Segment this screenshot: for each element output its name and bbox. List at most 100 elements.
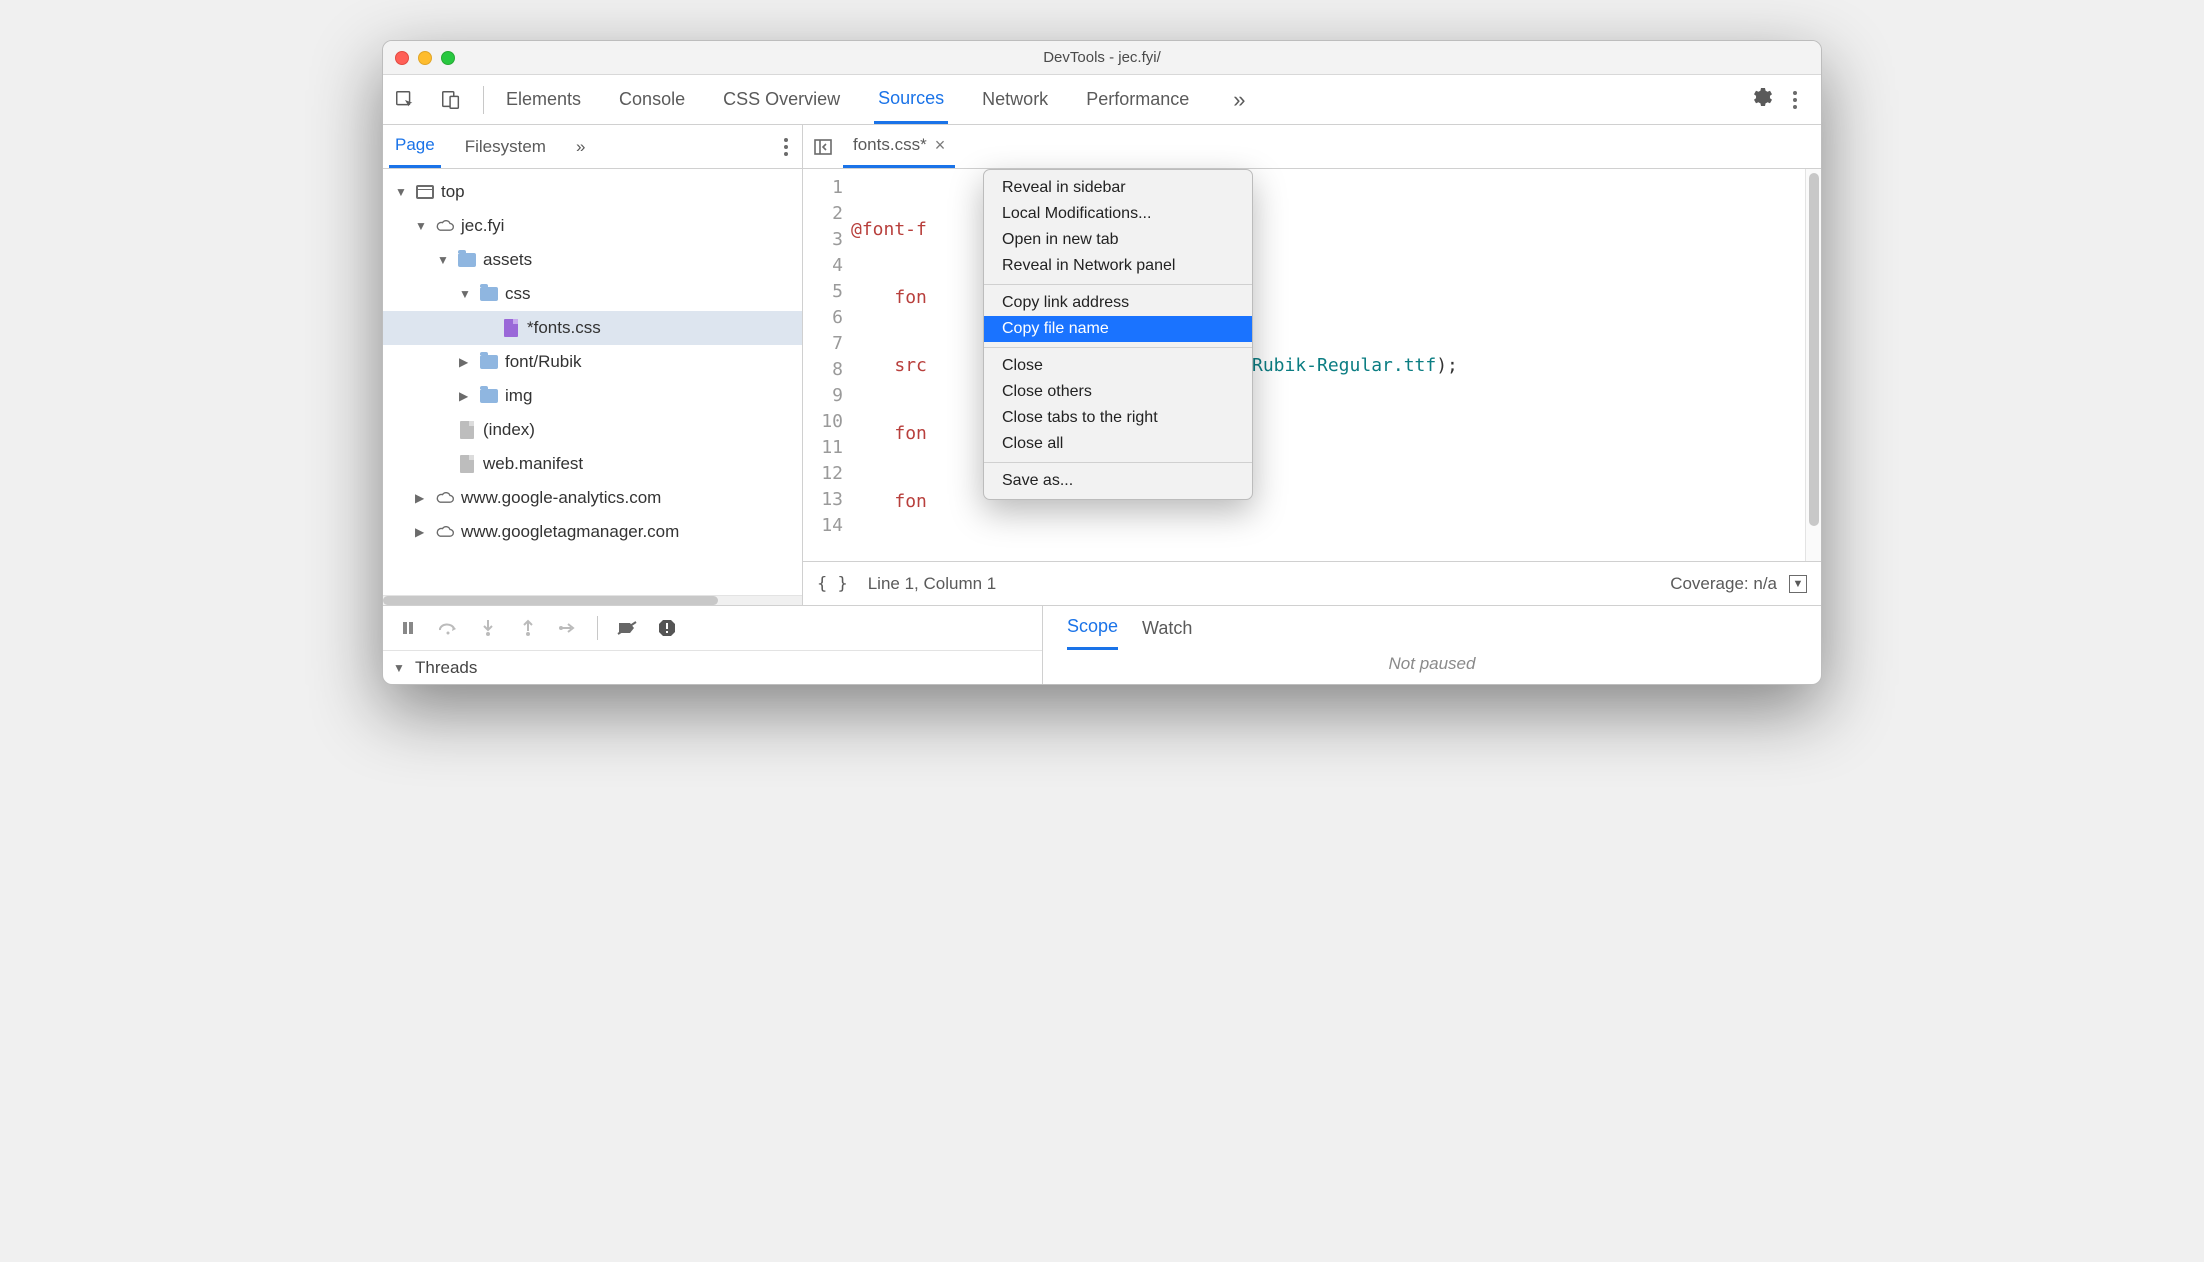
cm-close-all[interactable]: Close all bbox=[984, 431, 1252, 457]
tab-performance[interactable]: Performance bbox=[1082, 75, 1193, 124]
kebab-menu-icon[interactable] bbox=[1785, 91, 1805, 109]
editor-status-bar: { } Line 1, Column 1 Coverage: n/a ▼ bbox=[803, 561, 1821, 605]
sidebar-scrollbar[interactable] bbox=[383, 595, 802, 605]
tree-domain-ga[interactable]: ▶ www.google-analytics.com bbox=[383, 481, 802, 515]
separator bbox=[597, 616, 598, 640]
cm-close[interactable]: Close bbox=[984, 353, 1252, 379]
cm-local-modifications[interactable]: Local Modifications... bbox=[984, 201, 1252, 227]
tab-elements[interactable]: Elements bbox=[502, 75, 585, 124]
step-out-icon[interactable] bbox=[517, 617, 539, 639]
tree-folder-assets[interactable]: ▼ assets bbox=[383, 243, 802, 277]
editor-panel: fonts.css* × 123 456 789 101112 1314 @fo… bbox=[803, 125, 1821, 605]
editor-scrollbar[interactable] bbox=[1805, 169, 1821, 561]
editor-tabs: fonts.css* × bbox=[803, 125, 1821, 169]
pause-icon[interactable] bbox=[397, 617, 419, 639]
cm-open-new-tab[interactable]: Open in new tab bbox=[984, 227, 1252, 253]
close-tab-icon[interactable]: × bbox=[935, 135, 946, 156]
editor-tab-fonts[interactable]: fonts.css* × bbox=[843, 125, 955, 168]
threads-label: Threads bbox=[415, 658, 477, 678]
tree-label: assets bbox=[483, 250, 532, 270]
debugger-panel: ▼ Threads Scope Watch Not paused bbox=[383, 605, 1821, 684]
tree-top[interactable]: ▼ top bbox=[383, 175, 802, 209]
sidebar-tab-more[interactable]: » bbox=[570, 125, 591, 168]
cm-copy-file-name[interactable]: Copy file name bbox=[984, 316, 1252, 342]
tree-file-fonts[interactable]: *fonts.css bbox=[383, 311, 802, 345]
tab-scope[interactable]: Scope bbox=[1067, 606, 1118, 650]
threads-section[interactable]: ▼ Threads bbox=[383, 650, 1042, 684]
tree-label: top bbox=[441, 182, 465, 202]
more-tabs-icon[interactable]: » bbox=[1223, 87, 1255, 113]
chevron-down-icon: ▼ bbox=[395, 185, 409, 199]
editor-body: 123 456 789 101112 1314 @font-f fon src … bbox=[803, 169, 1821, 561]
tab-sources[interactable]: Sources bbox=[874, 75, 948, 124]
sidebar-tab-filesystem[interactable]: Filesystem bbox=[459, 125, 552, 168]
tab-watch[interactable]: Watch bbox=[1142, 606, 1192, 650]
sources-sidebar: Page Filesystem » ▼ top ▼ jec.fyi bbox=[383, 125, 803, 605]
toolbar-separator bbox=[483, 86, 484, 114]
dropdown-icon[interactable]: ▼ bbox=[1789, 575, 1807, 593]
chevron-right-icon: ▶ bbox=[459, 389, 473, 403]
cm-reveal-sidebar[interactable]: Reveal in sidebar bbox=[984, 175, 1252, 201]
tree-label: img bbox=[505, 386, 532, 406]
cloud-icon bbox=[435, 216, 455, 236]
folder-icon bbox=[479, 352, 499, 372]
device-toggle-icon[interactable] bbox=[429, 75, 473, 125]
context-menu: Reveal in sidebar Local Modifications...… bbox=[983, 169, 1253, 500]
cm-separator bbox=[984, 284, 1252, 285]
tree-label: font/Rubik bbox=[505, 352, 582, 372]
tree-label: css bbox=[505, 284, 531, 304]
file-icon bbox=[457, 420, 477, 440]
cm-reveal-network[interactable]: Reveal in Network panel bbox=[984, 253, 1252, 279]
main-toolbar: Elements Console CSS Overview Sources Ne… bbox=[383, 75, 1821, 125]
maximize-window-icon[interactable] bbox=[441, 51, 455, 65]
folder-icon bbox=[479, 284, 499, 304]
debugger-left: ▼ Threads bbox=[383, 606, 1043, 684]
sidebar-kebab-icon[interactable] bbox=[776, 138, 796, 156]
step-icon[interactable] bbox=[557, 617, 579, 639]
settings-icon[interactable] bbox=[1749, 85, 1773, 114]
step-into-icon[interactable] bbox=[477, 617, 499, 639]
tree-file-index[interactable]: (index) bbox=[383, 413, 802, 447]
step-over-icon[interactable] bbox=[437, 617, 459, 639]
tree-folder-img[interactable]: ▶ img bbox=[383, 379, 802, 413]
tree-label: www.google-analytics.com bbox=[461, 488, 661, 508]
close-window-icon[interactable] bbox=[395, 51, 409, 65]
deactivate-breakpoints-icon[interactable] bbox=[616, 617, 638, 639]
tree-domain-gtm[interactable]: ▶ www.googletagmanager.com bbox=[383, 515, 802, 549]
tree-file-manifest[interactable]: web.manifest bbox=[383, 447, 802, 481]
tree-label: *fonts.css bbox=[527, 318, 601, 338]
cm-separator bbox=[984, 462, 1252, 463]
pretty-print-icon[interactable]: { } bbox=[817, 574, 848, 594]
tree-label: (index) bbox=[483, 420, 535, 440]
cm-close-right[interactable]: Close tabs to the right bbox=[984, 405, 1252, 431]
inspect-icon[interactable] bbox=[383, 75, 427, 125]
chevron-down-icon: ▼ bbox=[393, 661, 407, 675]
traffic-lights bbox=[395, 51, 455, 65]
tree-domain[interactable]: ▼ jec.fyi bbox=[383, 209, 802, 243]
scope-watch-tabs: Scope Watch bbox=[1043, 606, 1821, 650]
editor-tab-label: fonts.css* bbox=[853, 135, 927, 155]
pause-exceptions-icon[interactable] bbox=[656, 617, 678, 639]
coverage-status: Coverage: n/a bbox=[1670, 574, 1777, 594]
chevron-right-icon: ▶ bbox=[459, 355, 473, 369]
cm-separator bbox=[984, 347, 1252, 348]
tab-network[interactable]: Network bbox=[978, 75, 1052, 124]
cm-close-others[interactable]: Close others bbox=[984, 379, 1252, 405]
cm-save-as[interactable]: Save as... bbox=[984, 468, 1252, 494]
tree-folder-css[interactable]: ▼ css bbox=[383, 277, 802, 311]
debugger-toolbar bbox=[383, 606, 1042, 650]
cloud-icon bbox=[435, 488, 455, 508]
cm-copy-link[interactable]: Copy link address bbox=[984, 290, 1252, 316]
minimize-window-icon[interactable] bbox=[418, 51, 432, 65]
debugger-right: Scope Watch Not paused bbox=[1043, 606, 1821, 684]
tab-css-overview[interactable]: CSS Overview bbox=[719, 75, 844, 124]
cloud-icon bbox=[435, 522, 455, 542]
cursor-position: Line 1, Column 1 bbox=[868, 574, 997, 594]
sidebar-tab-page[interactable]: Page bbox=[389, 125, 441, 168]
toggle-navigator-icon[interactable] bbox=[803, 137, 843, 157]
sidebar-tabs: Page Filesystem » bbox=[383, 125, 802, 169]
tree-folder-font-rubik[interactable]: ▶ font/Rubik bbox=[383, 345, 802, 379]
main-tabs: Elements Console CSS Overview Sources Ne… bbox=[494, 75, 1747, 124]
folder-icon bbox=[457, 250, 477, 270]
tab-console[interactable]: Console bbox=[615, 75, 689, 124]
